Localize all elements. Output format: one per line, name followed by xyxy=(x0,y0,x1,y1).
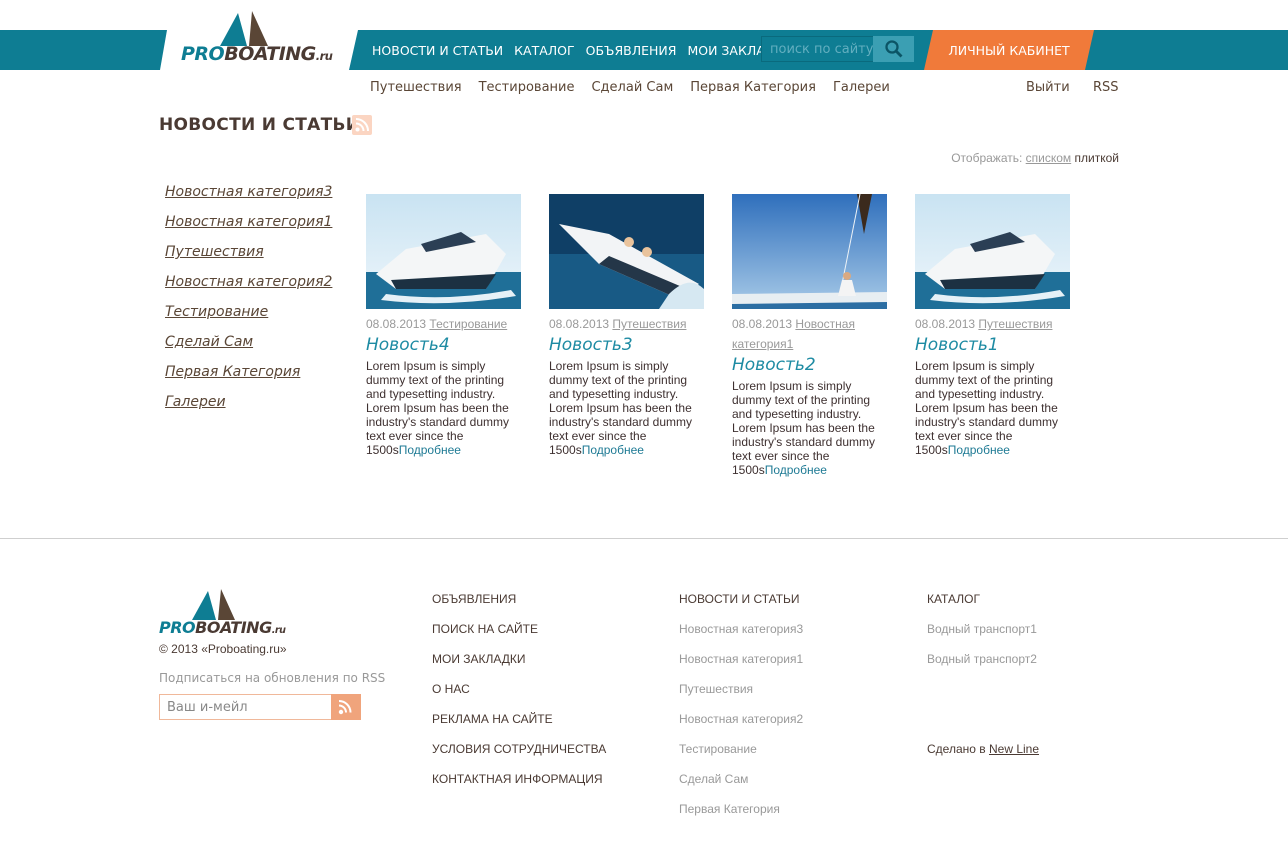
email-field[interactable] xyxy=(159,694,332,720)
sidebar-item-first-category[interactable]: Первая Категория xyxy=(165,363,332,393)
news-card: 08.08.2013 Путешествия Новость3 Lorem Ip… xyxy=(549,194,705,457)
subnav-travel[interactable]: Путешествия xyxy=(370,80,462,95)
footer-logo[interactable]: PROBOATING.ru xyxy=(159,587,299,639)
news-date: 08.08.2013 xyxy=(549,317,610,331)
yacht-image[interactable] xyxy=(549,194,704,309)
news-date: 08.08.2013 xyxy=(366,317,427,331)
footer-link-bookmarks[interactable]: МОИ ЗАКЛАДКИ xyxy=(432,652,606,682)
news-meta: 08.08.2013 Путешествия xyxy=(915,314,1071,334)
display-mode: Отображать: списком плиткой xyxy=(951,151,1119,165)
search-icon xyxy=(884,40,902,58)
sidebar-item-galleries[interactable]: Галереи xyxy=(165,393,332,423)
footer-col-main: ОБЪЯВЛЕНИЯ ПОИСК НА САЙТЕ МОИ ЗАКЛАДКИ О… xyxy=(432,592,606,802)
main-nav: НОВОСТИ И СТАТЬИ КАТАЛОГ ОБЪЯВЛЕНИЯ МОИ … xyxy=(372,30,804,70)
personal-cabinet-button[interactable]: ЛИЧНЫЙ КАБИНЕТ xyxy=(924,30,1094,70)
display-list-option[interactable]: списком xyxy=(1026,151,1072,165)
made-by-label: Сделано в xyxy=(927,742,986,756)
footer-news-link[interactable]: Новостная категория2 xyxy=(679,712,803,742)
news-title[interactable]: Новость1 xyxy=(915,334,1071,356)
news-meta: 08.08.2013 Новостная категория1 xyxy=(732,314,888,354)
news-meta: 08.08.2013 Тестирование xyxy=(366,314,522,334)
news-excerpt: Lorem Ipsum is simply dummy text of the … xyxy=(366,359,522,457)
footer-link-ads[interactable]: ОБЪЯВЛЕНИЯ xyxy=(432,592,606,622)
sail-icon xyxy=(192,589,235,620)
footer-col-catalog: КАТАЛОГ Водный транспорт1 Водный транспо… xyxy=(927,592,1037,682)
nav-ads[interactable]: ОБЪЯВЛЕНИЯ xyxy=(586,43,677,58)
sidebar-item-news-category1[interactable]: Новостная категория1 xyxy=(165,213,332,243)
footer-news-link[interactable]: Тестирование xyxy=(679,742,803,772)
news-category-link[interactable]: Путешествия xyxy=(978,317,1052,331)
read-more-link[interactable]: Подробнее xyxy=(399,443,461,457)
sidebar-item-news-category3[interactable]: Новостная категория3 xyxy=(165,183,332,213)
footer-news-link[interactable]: Новостная категория1 xyxy=(679,652,803,682)
rss-link[interactable]: RSS xyxy=(1093,80,1119,95)
sidebar-item-news-category2[interactable]: Новостная категория2 xyxy=(165,273,332,303)
nav-news[interactable]: НОВОСТИ И СТАТЬИ xyxy=(372,43,503,58)
read-more-link[interactable]: Подробнее xyxy=(948,443,1010,457)
display-tile-option[interactable]: плиткой xyxy=(1075,151,1119,165)
footer-col-news: НОВОСТИ И СТАТЬИ Новостная категория3 Но… xyxy=(679,592,803,832)
sidebar-item-diy[interactable]: Сделай Сам xyxy=(165,333,332,363)
search-box xyxy=(761,36,914,62)
news-card: 08.08.2013 Путешествия Новость1 Lorem Ip… xyxy=(915,194,1071,457)
sub-nav: Путешествия Тестирование Сделай Сам Перв… xyxy=(370,80,907,95)
footer-catalog-link[interactable]: Водный транспорт1 xyxy=(927,622,1037,652)
yacht-image[interactable] xyxy=(732,194,887,309)
footer-link-about[interactable]: О НАС xyxy=(432,682,606,712)
news-excerpt: Lorem Ipsum is simply dummy text of the … xyxy=(732,379,888,477)
subnav-first-category[interactable]: Первая Категория xyxy=(690,80,816,95)
page-title: НОВОСТИ И СТАТЬИ xyxy=(159,115,361,135)
news-excerpt: Lorem Ipsum is simply dummy text of the … xyxy=(549,359,705,457)
footer-link-cooperation[interactable]: УСЛОВИЯ СОТРУДНИЧЕСТВА xyxy=(432,742,606,772)
rss-icon xyxy=(338,700,352,715)
footer-divider xyxy=(0,538,1288,539)
read-more-link[interactable]: Подробнее xyxy=(765,463,827,477)
footer-link-search[interactable]: ПОИСК НА САЙТЕ xyxy=(432,622,606,652)
news-date: 08.08.2013 xyxy=(732,317,793,331)
news-meta: 08.08.2013 Путешествия xyxy=(549,314,705,334)
news-excerpt: Lorem Ipsum is simply dummy text of the … xyxy=(915,359,1071,457)
footer-catalog-link[interactable]: Водный транспорт2 xyxy=(927,652,1037,682)
news-title[interactable]: Новость2 xyxy=(732,354,888,376)
footer-heading-news[interactable]: НОВОСТИ И СТАТЬИ xyxy=(679,592,803,622)
category-sidebar: Новостная категория3 Новостная категория… xyxy=(165,183,332,423)
news-card: 08.08.2013 Тестирование Новость4 Lorem I… xyxy=(366,194,522,457)
news-title[interactable]: Новость4 xyxy=(366,334,522,356)
footer-news-link[interactable]: Сделай Сам xyxy=(679,772,803,802)
footer-news-link[interactable]: Путешествия xyxy=(679,682,803,712)
news-category-link[interactable]: Путешествия xyxy=(612,317,686,331)
news-date: 08.08.2013 xyxy=(915,317,976,331)
search-input[interactable] xyxy=(761,36,881,62)
footer-heading-catalog[interactable]: КАТАЛОГ xyxy=(927,592,1037,622)
rss-icon[interactable] xyxy=(352,115,372,135)
yacht-image[interactable] xyxy=(366,194,521,309)
read-more-link[interactable]: Подробнее xyxy=(582,443,644,457)
subscribe-button[interactable] xyxy=(331,694,361,720)
sidebar-item-travel[interactable]: Путешествия xyxy=(165,243,332,273)
display-label: Отображать: xyxy=(951,151,1023,165)
subscribe-label: Подписаться на обновления по RSS xyxy=(159,671,386,685)
subnav-testing[interactable]: Тестирование xyxy=(479,80,575,95)
copyright: © 2013 «Proboating.ru» xyxy=(159,642,287,656)
sidebar-item-testing[interactable]: Тестирование xyxy=(165,303,332,333)
site-logo[interactable]: PROBOATING.ru xyxy=(180,8,340,66)
footer-news-link[interactable]: Первая Категория xyxy=(679,802,803,832)
subnav-galleries[interactable]: Галереи xyxy=(833,80,890,95)
yacht-image[interactable] xyxy=(915,194,1070,309)
made-by: Сделано в New Line xyxy=(927,742,1039,756)
made-by-link[interactable]: New Line xyxy=(989,742,1039,756)
footer-link-contacts[interactable]: КОНТАКТНАЯ ИНФОРМАЦИЯ xyxy=(432,772,606,802)
subnav-diy[interactable]: Сделай Сам xyxy=(591,80,673,95)
news-category-link[interactable]: Тестирование xyxy=(429,317,507,331)
footer-news-link[interactable]: Новостная категория3 xyxy=(679,622,803,652)
news-title[interactable]: Новость3 xyxy=(549,334,705,356)
footer-link-advertising[interactable]: РЕКЛАМА НА САЙТЕ xyxy=(432,712,606,742)
nav-catalog[interactable]: КАТАЛОГ xyxy=(514,43,574,58)
news-card: 08.08.2013 Новостная категория1 Новость2… xyxy=(732,194,888,477)
search-button[interactable] xyxy=(873,36,914,62)
logout-link[interactable]: Выйти xyxy=(1026,80,1070,95)
